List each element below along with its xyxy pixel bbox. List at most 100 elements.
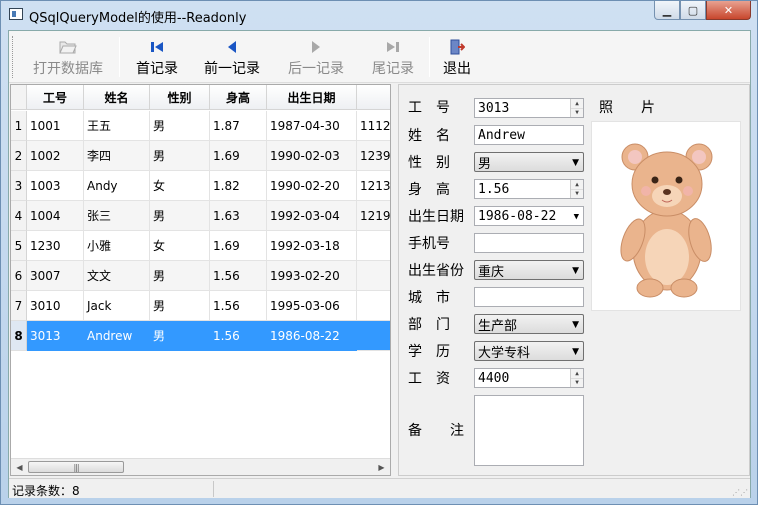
scroll-right-arrow-icon[interactable]: ▶	[373, 459, 390, 475]
table-cell-height[interactable]: 1.63	[210, 201, 267, 231]
label-gender: 性 别	[408, 155, 450, 171]
empno-spin-buttons[interactable]: ▲ ▼	[570, 99, 583, 117]
table-cell-name[interactable]: 小雅	[84, 231, 150, 261]
table-cell-gender[interactable]: 女	[150, 231, 210, 261]
table-cell-birthday[interactable]: 1993-02-20	[267, 261, 357, 291]
table-cell-birthday[interactable]: 1990-02-03	[267, 141, 357, 171]
records-table[interactable]: 工号 姓名 性别 身高 出生日期 1 1001 王五男 1.87 1987-04-30 1…	[10, 84, 391, 476]
column-header-height[interactable]: 身高	[210, 85, 267, 110]
gender-combobox[interactable]: 男 ▼	[474, 152, 584, 172]
mobile-input[interactable]	[474, 233, 584, 253]
size-grip-icon[interactable]: ⋰⋰	[732, 488, 748, 497]
first-record-button[interactable]: 首记录	[129, 34, 185, 80]
open-database-button[interactable]: 打开数据库	[23, 34, 113, 80]
height-spin-buttons[interactable]: ▲ ▼	[570, 180, 583, 198]
province-combobox[interactable]: 重庆 ▼	[474, 260, 584, 280]
title-bar[interactable]: QSqlQueryModel的使用--Readonly ▁ ▢ ✕	[1, 1, 757, 29]
row-header[interactable]: 1	[11, 111, 27, 141]
table-cell-birthday[interactable]: 1992-03-04	[267, 201, 357, 231]
name-value: Andrew	[478, 127, 525, 143]
salary-spinbox[interactable]: 4400 ▲ ▼	[474, 368, 584, 388]
table-corner-button[interactable]	[11, 85, 27, 110]
close-button[interactable]: ✕	[706, 1, 751, 20]
table-cell-name[interactable]: 王五	[84, 111, 150, 141]
table-cell-gender[interactable]: 男	[150, 321, 210, 351]
next-record-button[interactable]: 后一记录	[281, 34, 351, 80]
column-header-empno[interactable]: 工号	[27, 85, 84, 110]
column-header-gender[interactable]: 性别	[150, 85, 210, 110]
table-cell-birthday[interactable]: 1995-03-06	[267, 291, 357, 321]
label-name: 姓 名	[408, 128, 450, 144]
empno-spinbox[interactable]: 3013 ▲ ▼	[474, 98, 584, 118]
table-cell-empno[interactable]: 3010	[27, 291, 84, 321]
maximize-button[interactable]: ▢	[680, 1, 706, 20]
table-cell-gender[interactable]: 男	[150, 201, 210, 231]
table-cell-name[interactable]: Andrew	[84, 321, 150, 351]
row-header[interactable]: 8	[11, 321, 27, 351]
scroll-thumb[interactable]: |||	[28, 461, 124, 473]
scroll-left-arrow-icon[interactable]: ◀	[11, 459, 28, 475]
table-cell-height[interactable]: 1.56	[210, 321, 267, 351]
column-header-mobile[interactable]	[357, 85, 390, 110]
table-cell-height[interactable]: 1.82	[210, 171, 267, 201]
row-header[interactable]: 7	[11, 291, 27, 321]
column-header-name[interactable]: 姓名	[84, 85, 150, 110]
table-cell-mobile[interactable]	[357, 231, 390, 261]
table-cell-height[interactable]: 1.87	[210, 111, 267, 141]
table-cell-empno[interactable]: 1230	[27, 231, 84, 261]
last-record-button[interactable]: 尾记录	[365, 34, 421, 80]
toolbar-grip[interactable]	[12, 36, 15, 78]
height-spinbox[interactable]: 1.56 ▲ ▼	[474, 179, 584, 199]
table-cell-birthday[interactable]: 1987-04-30	[267, 111, 357, 141]
table-cell-name[interactable]: 李四	[84, 141, 150, 171]
department-combobox[interactable]: 生产部 ▼	[474, 314, 584, 334]
label-salary: 工 资	[408, 371, 450, 387]
table-cell-birthday[interactable]: 1990-02-20	[267, 171, 357, 201]
table-cell-height[interactable]: 1.56	[210, 291, 267, 321]
table-cell-gender[interactable]: 女	[150, 171, 210, 201]
table-cell-height[interactable]: 1.69	[210, 231, 267, 261]
table-cell-gender[interactable]: 男	[150, 111, 210, 141]
column-header-birthday[interactable]: 出生日期	[267, 85, 357, 110]
table-cell-mobile[interactable]: 12134	[357, 171, 390, 201]
table-cell-empno[interactable]: 1002	[27, 141, 84, 171]
horizontal-scrollbar[interactable]: ◀ ||| ▶	[11, 458, 390, 475]
table-cell-birthday[interactable]: 1986-08-22	[267, 321, 357, 351]
table-cell-name[interactable]: 文文	[84, 261, 150, 291]
table-cell-mobile[interactable]	[357, 291, 390, 321]
city-input[interactable]	[474, 287, 584, 307]
table-cell-empno[interactable]: 3007	[27, 261, 84, 291]
table-cell-empno[interactable]: 1003	[27, 171, 84, 201]
table-cell-gender[interactable]: 男	[150, 141, 210, 171]
minimize-button[interactable]: ▁	[654, 1, 680, 20]
table-cell-gender[interactable]: 男	[150, 261, 210, 291]
exit-button[interactable]: 退出	[437, 34, 477, 80]
row-header[interactable]: 3	[11, 171, 27, 201]
row-header[interactable]: 4	[11, 201, 27, 231]
table-cell-mobile[interactable]: 12396	[357, 141, 390, 171]
toolbar-separator	[119, 37, 120, 77]
birthday-date-edit[interactable]: 1986-08-22 ▼	[474, 206, 584, 226]
name-input[interactable]: Andrew	[474, 125, 584, 145]
row-header[interactable]: 6	[11, 261, 27, 291]
table-cell-name[interactable]: Jack	[84, 291, 150, 321]
education-combobox[interactable]: 大学专科 ▼	[474, 341, 584, 361]
table-cell-empno[interactable]: 1004	[27, 201, 84, 231]
row-header[interactable]: 5	[11, 231, 27, 261]
table-cell-mobile[interactable]: 12198	[357, 201, 390, 231]
memo-textedit[interactable]	[474, 395, 584, 466]
table-cell-height[interactable]: 1.56	[210, 261, 267, 291]
salary-spin-buttons[interactable]: ▲ ▼	[570, 369, 583, 387]
table-cell-mobile[interactable]: 11128	[357, 111, 390, 141]
table-cell-empno[interactable]: 1001	[27, 111, 84, 141]
table-cell-mobile[interactable]	[357, 321, 390, 351]
table-cell-height[interactable]: 1.69	[210, 141, 267, 171]
prev-record-button[interactable]: 前一记录	[197, 34, 267, 80]
table-cell-gender[interactable]: 男	[150, 291, 210, 321]
table-cell-name[interactable]: Andy	[84, 171, 150, 201]
table-cell-empno[interactable]: 3013	[27, 321, 84, 351]
table-cell-mobile[interactable]	[357, 261, 390, 291]
row-header[interactable]: 2	[11, 141, 27, 171]
table-cell-birthday[interactable]: 1992-03-18	[267, 231, 357, 261]
table-cell-name[interactable]: 张三	[84, 201, 150, 231]
